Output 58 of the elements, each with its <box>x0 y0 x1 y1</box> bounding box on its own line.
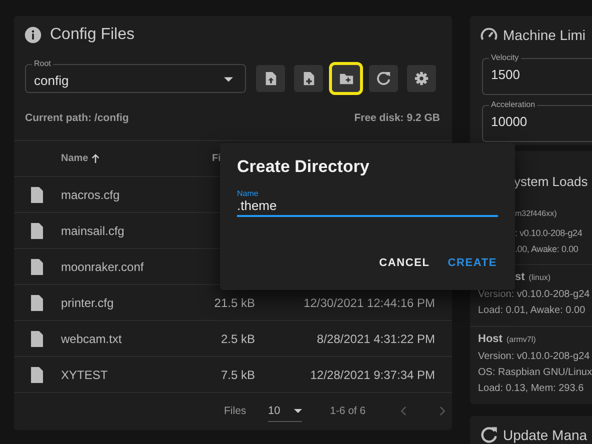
card-title: Machine Limi <box>503 27 586 43</box>
settings-button[interactable] <box>407 64 436 92</box>
device-info: : v0.10.0-208-g24 <box>514 227 584 240</box>
card-title: Update Mana <box>503 427 588 443</box>
file-size: 2.5 kB <box>220 332 255 346</box>
file-icon <box>31 222 43 238</box>
file-icon <box>31 294 43 310</box>
sort-arrow-icon <box>91 154 100 163</box>
modified-date: 8/28/2021 4:31:22 PM <box>316 332 435 346</box>
file-size: 7.5 kB <box>220 368 255 382</box>
file-name[interactable]: macros.cfg <box>61 188 181 202</box>
modified-date: 12/28/2021 9:37:34 PM <box>310 368 435 382</box>
file-size: 21.5 kB <box>214 296 255 310</box>
device-info: Version: v0.10.0-208-g24 <box>478 288 591 302</box>
file-icon <box>31 258 43 274</box>
device-info: Load: 0.01, Awake: 0.00 <box>478 304 586 318</box>
file-upload-icon <box>263 70 278 86</box>
cancel-button[interactable]: CANCEL <box>374 253 435 273</box>
upload-file-button[interactable] <box>256 64 285 92</box>
rows-per-page-label: Files <box>224 405 248 417</box>
device-name: Host <box>478 333 502 345</box>
file-icon <box>31 366 43 382</box>
dialog-title: Create Directory <box>237 157 370 177</box>
device-detail: m32f446xx) <box>515 209 557 218</box>
device-info: OS: Raspbian GNU/Linux <box>478 366 592 380</box>
modified-date: 12/30/2021 12:44:16 PM <box>304 296 435 310</box>
card-title: ystem Loads <box>514 174 588 188</box>
refresh-button[interactable] <box>369 64 398 92</box>
column-header[interactable]: Name <box>61 153 100 164</box>
device-info: .00, Awake: 0.00 <box>514 243 580 256</box>
device-detail: (linux) <box>528 273 551 282</box>
file-name[interactable]: printer.cfg <box>61 296 181 310</box>
rows-per-page-select[interactable]: 10 <box>268 404 302 422</box>
file-name[interactable]: mainsail.cfg <box>61 224 181 238</box>
column-header[interactable]: Fi <box>212 153 221 164</box>
device-info: Version: v0.10.0-208-g24 <box>478 350 591 364</box>
file-name[interactable]: moonraker.conf <box>61 260 181 274</box>
file-name[interactable]: XYTEST <box>61 368 181 382</box>
card-title: Config Files <box>50 26 134 44</box>
new-folder-button[interactable] <box>332 64 360 92</box>
caret-icon <box>224 76 234 82</box>
create-button[interactable]: CREATE <box>442 253 502 273</box>
file-icon <box>31 186 43 202</box>
refresh-icon <box>376 70 392 86</box>
file-icon <box>31 330 43 346</box>
refresh-icon <box>480 426 498 444</box>
info-icon <box>24 26 42 44</box>
name-field[interactable]: Name .theme <box>237 189 498 217</box>
new-file-button[interactable] <box>294 64 323 92</box>
free-disk: Free disk: 9.2 GB <box>354 112 440 126</box>
current-path: Current path: /config <box>25 112 129 126</box>
settings-icon <box>414 70 430 86</box>
device-info: Load: 0.13, Mem: 293.6 <box>478 382 585 396</box>
file-name[interactable]: webcam.txt <box>61 332 181 346</box>
device-name: st <box>515 271 525 283</box>
device-detail: (armv7l) <box>506 335 536 344</box>
page-range: 1-6 of 6 <box>330 405 366 417</box>
caret-icon <box>294 408 302 412</box>
